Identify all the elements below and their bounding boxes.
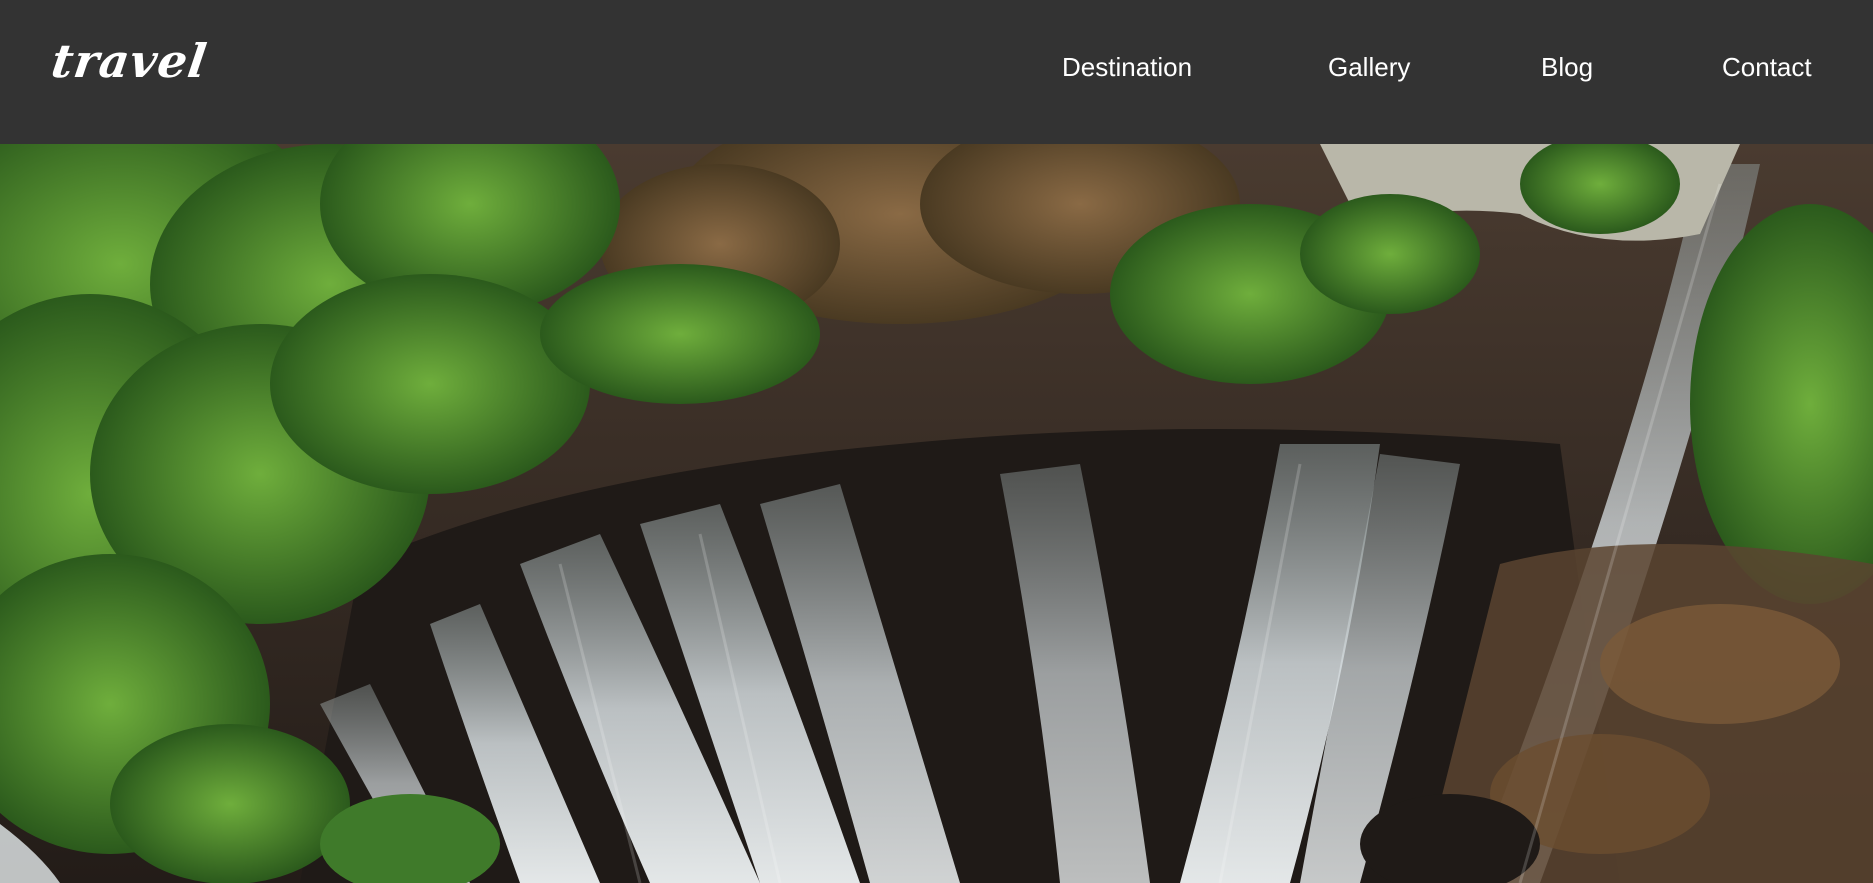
- nav-link-contact[interactable]: Contact: [1722, 52, 1812, 83]
- nav-link-blog[interactable]: Blog: [1541, 52, 1593, 83]
- waterfall-illustration: [0, 144, 1873, 883]
- travel-logo[interactable]: travel: [48, 34, 210, 88]
- hero-waterfall-image: [0, 144, 1873, 883]
- nav-link-destination[interactable]: Destination: [1062, 52, 1192, 83]
- nav-link-gallery[interactable]: Gallery: [1328, 52, 1410, 83]
- site-header: travel Destination Gallery Blog Contact: [0, 0, 1873, 144]
